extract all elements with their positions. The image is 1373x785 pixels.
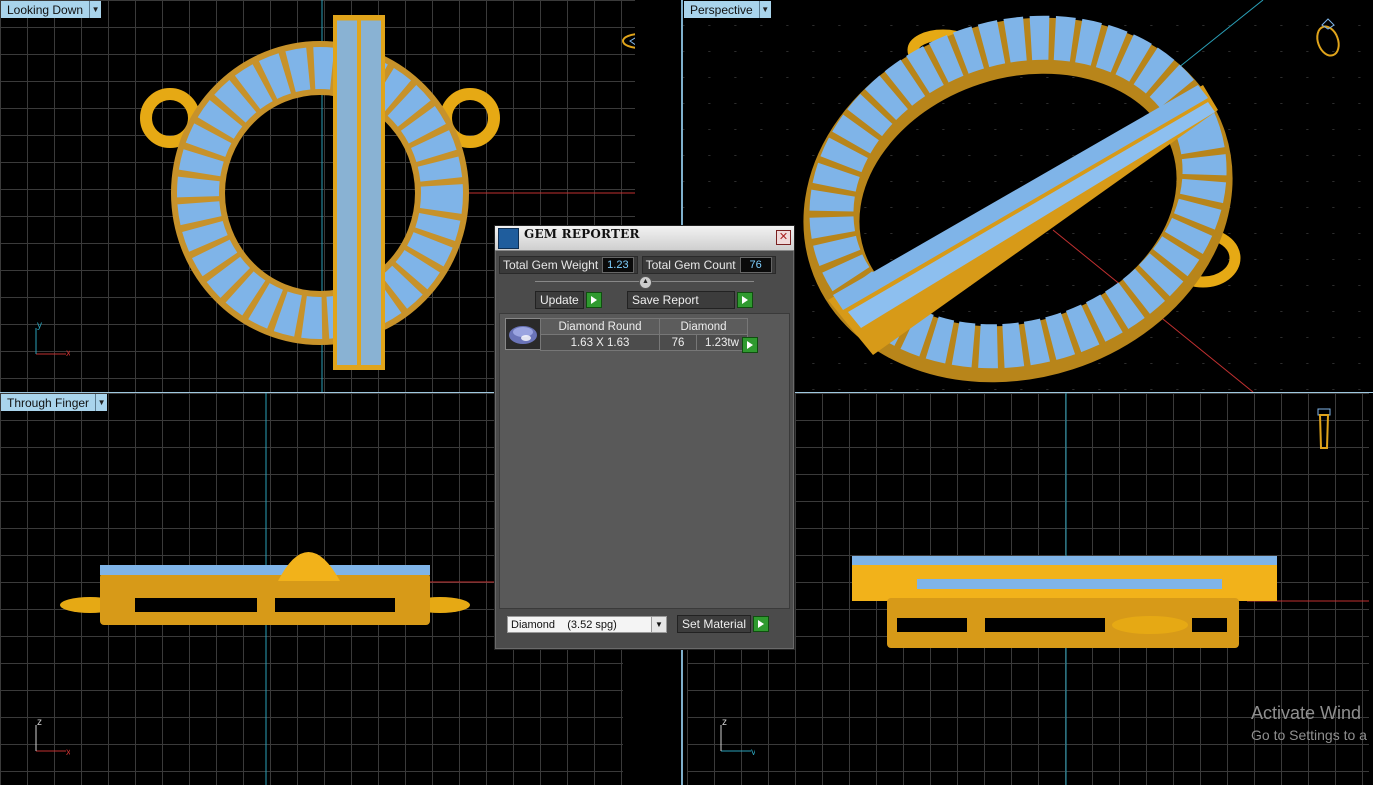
total-count-group: Total Gem Count 76	[641, 256, 776, 274]
total-count-value: 76	[739, 257, 772, 273]
axis-z-label: z	[37, 717, 42, 728]
gem-count-cell: 76	[659, 334, 697, 351]
set-material-group: Set Material	[677, 615, 770, 633]
windows-activation-watermark: Activate Wind Go to Settings to a	[1251, 703, 1367, 743]
dialog-title: GEM REPORTER	[524, 227, 640, 241]
axis-indicator: x y	[35, 320, 70, 358]
watermark-line-2: Go to Settings to a	[1251, 727, 1367, 743]
update-group: Update	[535, 291, 602, 309]
total-count-label: Total Gem Count	[645, 258, 736, 272]
ring-orientation-icon[interactable]	[1308, 15, 1348, 60]
axis-y-label: y	[37, 320, 42, 331]
collapse-toggle-icon[interactable]: ▲	[639, 276, 652, 289]
gem-material-header: Diamond	[659, 318, 748, 335]
material-select-value: Diamond (3.52 spg)	[511, 618, 617, 631]
gem-list[interactable]: Diamond Round Diamond 1.63 X 1.63 76 1.2…	[499, 313, 790, 609]
gem-reporter-app-icon	[498, 228, 519, 249]
set-material-go-icon[interactable]	[753, 616, 770, 632]
total-weight-value: 1.23	[602, 257, 634, 273]
watermark-line-1: Activate Wind	[1251, 703, 1362, 723]
gem-row-go-icon[interactable]	[742, 337, 758, 353]
axis-x-label: x	[66, 348, 70, 358]
material-select[interactable]: Diamond (3.52 spg) ▼	[507, 615, 667, 633]
axis-z-label: z	[722, 717, 727, 728]
gem-reporter-dialog[interactable]: GEM REPORTER ✕ Total Gem Weight 1.23 Tot…	[494, 225, 795, 650]
dialog-title-bar[interactable]: GEM REPORTER ✕	[495, 226, 794, 251]
total-weight-label: Total Gem Weight	[503, 258, 599, 272]
diamond-icon[interactable]	[505, 318, 541, 350]
close-icon[interactable]: ✕	[776, 230, 791, 245]
table-row[interactable]: 1.63 X 1.63 76 1.23tw	[540, 334, 748, 351]
gem-type-header: Diamond Round	[540, 318, 660, 335]
save-report-button[interactable]: Save Report	[627, 291, 735, 309]
update-go-icon[interactable]	[585, 292, 602, 308]
total-weight-group: Total Gem Weight 1.23	[499, 256, 638, 274]
update-button[interactable]: Update	[535, 291, 584, 309]
table-header-row: Diamond Round Diamond	[540, 318, 748, 335]
save-report-go-icon[interactable]	[737, 292, 753, 308]
save-report-group: Save Report	[627, 291, 753, 309]
gem-orientation-icon[interactable]	[620, 30, 635, 52]
axis-y-label: y	[751, 747, 755, 755]
set-material-button[interactable]: Set Material	[677, 615, 752, 633]
axis-x-label: x	[66, 747, 70, 755]
totals-row: Total Gem Weight 1.23 Total Gem Count 76	[499, 256, 776, 274]
material-row: Diamond (3.52 spg) ▼ Set Material	[507, 615, 770, 633]
axis-indicator: x z	[35, 717, 70, 755]
ring-side-orientation-icon[interactable]	[1312, 403, 1338, 458]
axis-indicator: y z	[720, 717, 755, 755]
gem-size-cell: 1.63 X 1.63	[540, 334, 660, 351]
chevron-down-icon[interactable]: ▼	[651, 616, 666, 632]
gem-weight-cell: 1.23tw	[696, 334, 748, 351]
gem-table: Diamond Round Diamond 1.63 X 1.63 76 1.2…	[540, 318, 748, 351]
